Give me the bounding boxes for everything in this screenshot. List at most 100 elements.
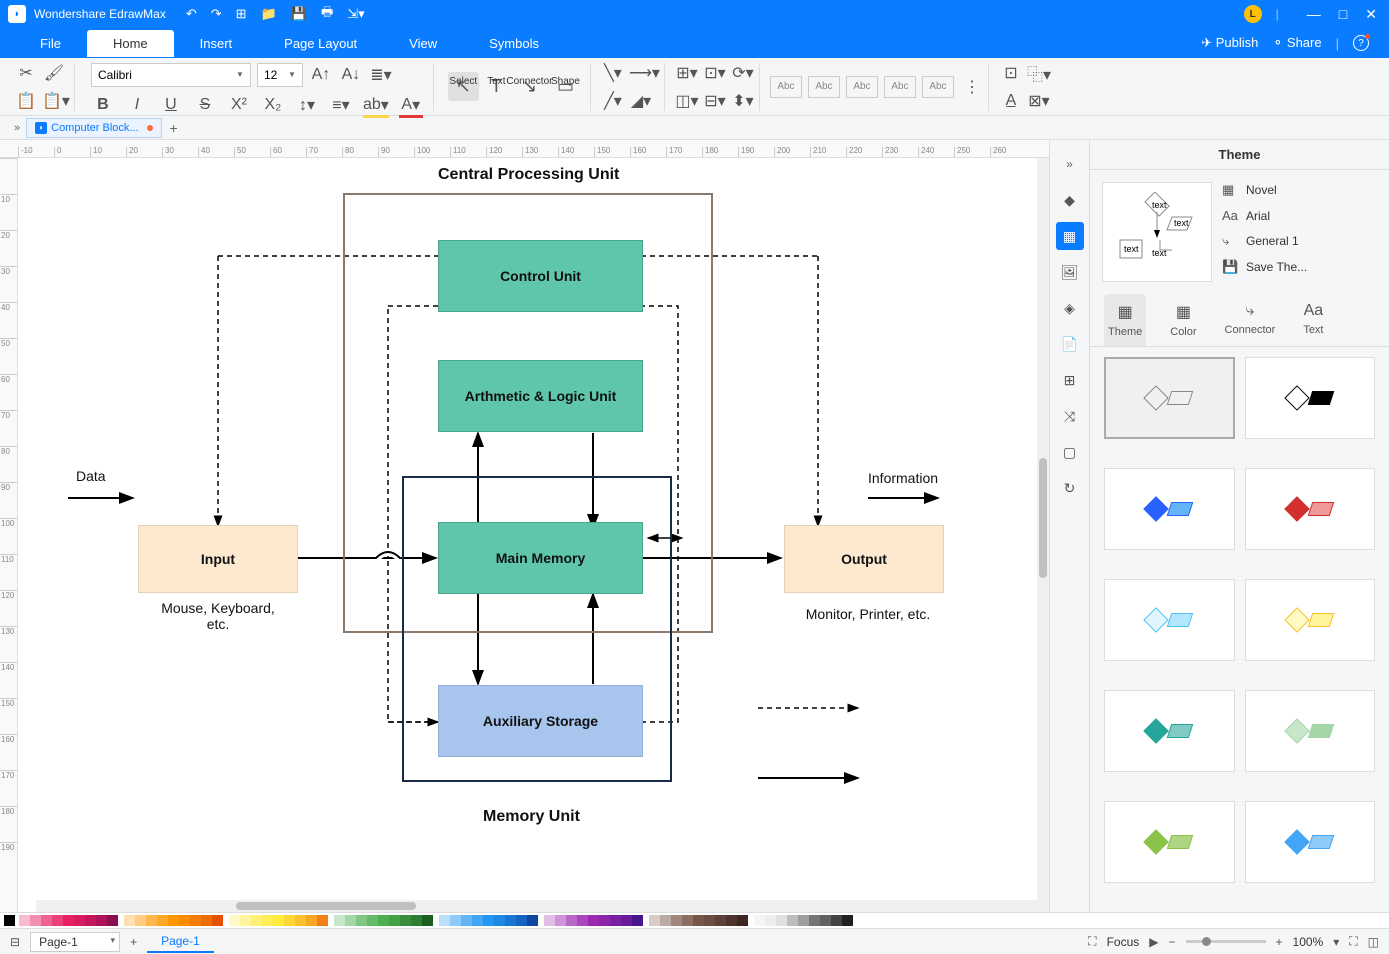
color-swatch[interactable]: [610, 915, 621, 926]
superscript-button[interactable]: X²: [227, 93, 251, 117]
open-icon[interactable]: 📁: [261, 6, 277, 22]
data-label[interactable]: Data: [76, 468, 106, 484]
align-button[interactable]: ≣▾: [369, 63, 393, 87]
color-swatch[interactable]: [737, 915, 748, 926]
group-button[interactable]: ⊞▾: [675, 61, 699, 85]
font-family-dropdown[interactable]: Calibri▼: [91, 63, 251, 87]
format-painter-button[interactable]: 🖌: [42, 61, 66, 85]
canvas-scrollbar-horizontal[interactable]: [36, 900, 1049, 912]
color-swatch[interactable]: [798, 915, 809, 926]
color-swatch[interactable]: [450, 915, 461, 926]
color-swatch[interactable]: [621, 915, 632, 926]
theme-option-novel[interactable]: ▦Novel: [1222, 182, 1377, 198]
color-swatch[interactable]: [135, 915, 146, 926]
line-color-button[interactable]: ╱▾: [601, 89, 625, 113]
color-swatch[interactable]: [439, 915, 450, 926]
color-swatch[interactable]: [201, 915, 212, 926]
rail-image-icon[interactable]: 🖼: [1056, 258, 1084, 286]
color-swatch[interactable]: [494, 915, 505, 926]
style-preset-2[interactable]: Abc: [808, 76, 840, 98]
minimize-button[interactable]: —: [1303, 6, 1325, 23]
font-color-button[interactable]: A▾: [399, 93, 423, 117]
color-swatch[interactable]: [229, 915, 240, 926]
color-swatch[interactable]: [693, 915, 704, 926]
outline-button[interactable]: ⊟: [10, 935, 20, 949]
theme-item[interactable]: [1104, 579, 1235, 661]
color-swatch[interactable]: [765, 915, 776, 926]
zoom-slider[interactable]: [1186, 940, 1266, 943]
new-tab-button[interactable]: +: [170, 120, 178, 136]
input-sublabel[interactable]: Mouse, Keyboard, etc.: [158, 600, 278, 632]
line-style-button[interactable]: ╲▾: [601, 61, 625, 85]
color-swatch[interactable]: [461, 915, 472, 926]
font-size-dropdown[interactable]: 12▼: [257, 63, 303, 87]
focus-icon[interactable]: ⛶: [1088, 934, 1096, 949]
connector-tool[interactable]: ↘Connector: [514, 72, 545, 101]
color-swatch[interactable]: [555, 915, 566, 926]
aux-storage-box[interactable]: Auxiliary Storage: [438, 685, 643, 757]
color-swatch[interactable]: [124, 915, 135, 926]
information-label[interactable]: Information: [868, 470, 938, 486]
rail-fill-icon[interactable]: ◆: [1056, 186, 1084, 214]
color-swatch[interactable]: [704, 915, 715, 926]
page-tab[interactable]: Page-1: [147, 931, 214, 953]
distribute-button[interactable]: ⊟▾: [703, 89, 727, 113]
diagram-title-bottom[interactable]: Memory Unit: [483, 808, 580, 826]
color-swatch[interactable]: [632, 915, 643, 926]
color-swatch[interactable]: [660, 915, 671, 926]
color-swatch[interactable]: [577, 915, 588, 926]
color-swatch[interactable]: [157, 915, 168, 926]
color-swatch[interactable]: [505, 915, 516, 926]
reset-button[interactable]: ⊠▾: [1027, 89, 1051, 113]
increase-font-button[interactable]: A↑: [309, 63, 333, 87]
color-swatch[interactable]: [96, 915, 107, 926]
style-preset-5[interactable]: Abc: [922, 76, 954, 98]
theme-item[interactable]: [1104, 801, 1235, 883]
color-swatch[interactable]: [527, 915, 538, 926]
cut-button[interactable]: ✂: [14, 61, 38, 85]
color-swatch[interactable]: [85, 915, 96, 926]
document-tab[interactable]: ◗ Computer Block...: [26, 118, 161, 138]
theme-item[interactable]: [1245, 690, 1376, 772]
subtab-connector[interactable]: ⤷Connector: [1221, 294, 1280, 346]
color-swatch[interactable]: [295, 915, 306, 926]
theme-item[interactable]: [1245, 801, 1376, 883]
new-icon[interactable]: ⊞: [236, 6, 247, 22]
color-swatch[interactable]: [671, 915, 682, 926]
shape-tool[interactable]: ▭Shape: [549, 72, 582, 101]
subscript-button[interactable]: X₂: [261, 93, 285, 117]
decrease-font-button[interactable]: A↓: [339, 63, 363, 87]
color-swatch[interactable]: [146, 915, 157, 926]
rail-present-icon[interactable]: ▢: [1056, 438, 1084, 466]
color-swatch[interactable]: [809, 915, 820, 926]
color-swatch[interactable]: [378, 915, 389, 926]
output-box[interactable]: Output: [784, 525, 944, 593]
spacing-button[interactable]: ↕▾: [295, 93, 319, 117]
canvas[interactable]: Central Processing Unit Control Unit Art…: [18, 158, 1049, 912]
rail-components-icon[interactable]: ⊞: [1056, 366, 1084, 394]
color-swatch[interactable]: [284, 915, 295, 926]
close-button[interactable]: ✕: [1361, 6, 1381, 23]
alu-box[interactable]: Arthmetic & Logic Unit: [438, 360, 643, 432]
zoom-out-button[interactable]: −: [1168, 935, 1175, 949]
color-swatch[interactable]: [74, 915, 85, 926]
tab-view[interactable]: View: [383, 30, 463, 57]
color-swatch[interactable]: [726, 915, 737, 926]
fill-button[interactable]: ◢▾: [629, 89, 653, 113]
style-preset-1[interactable]: Abc: [770, 76, 802, 98]
align-objects-button[interactable]: ⊡▾: [703, 61, 727, 85]
color-swatch[interactable]: [41, 915, 52, 926]
tab-home[interactable]: Home: [87, 30, 174, 57]
rail-notes-icon[interactable]: 📄: [1056, 330, 1084, 358]
color-swatch[interactable]: [168, 915, 179, 926]
fit-page-button[interactable]: ⊡: [999, 61, 1023, 85]
select-tool[interactable]: ↖Select: [448, 72, 479, 101]
strikethrough-button[interactable]: S: [193, 93, 217, 117]
rotate-button[interactable]: ⟳▾: [731, 61, 755, 85]
color-swatch[interactable]: [483, 915, 494, 926]
color-swatch[interactable]: [831, 915, 842, 926]
color-swatch[interactable]: [544, 915, 555, 926]
bullets-button[interactable]: ≡▾: [329, 93, 353, 117]
color-swatch[interactable]: [251, 915, 262, 926]
rail-layers-icon[interactable]: ◈: [1056, 294, 1084, 322]
